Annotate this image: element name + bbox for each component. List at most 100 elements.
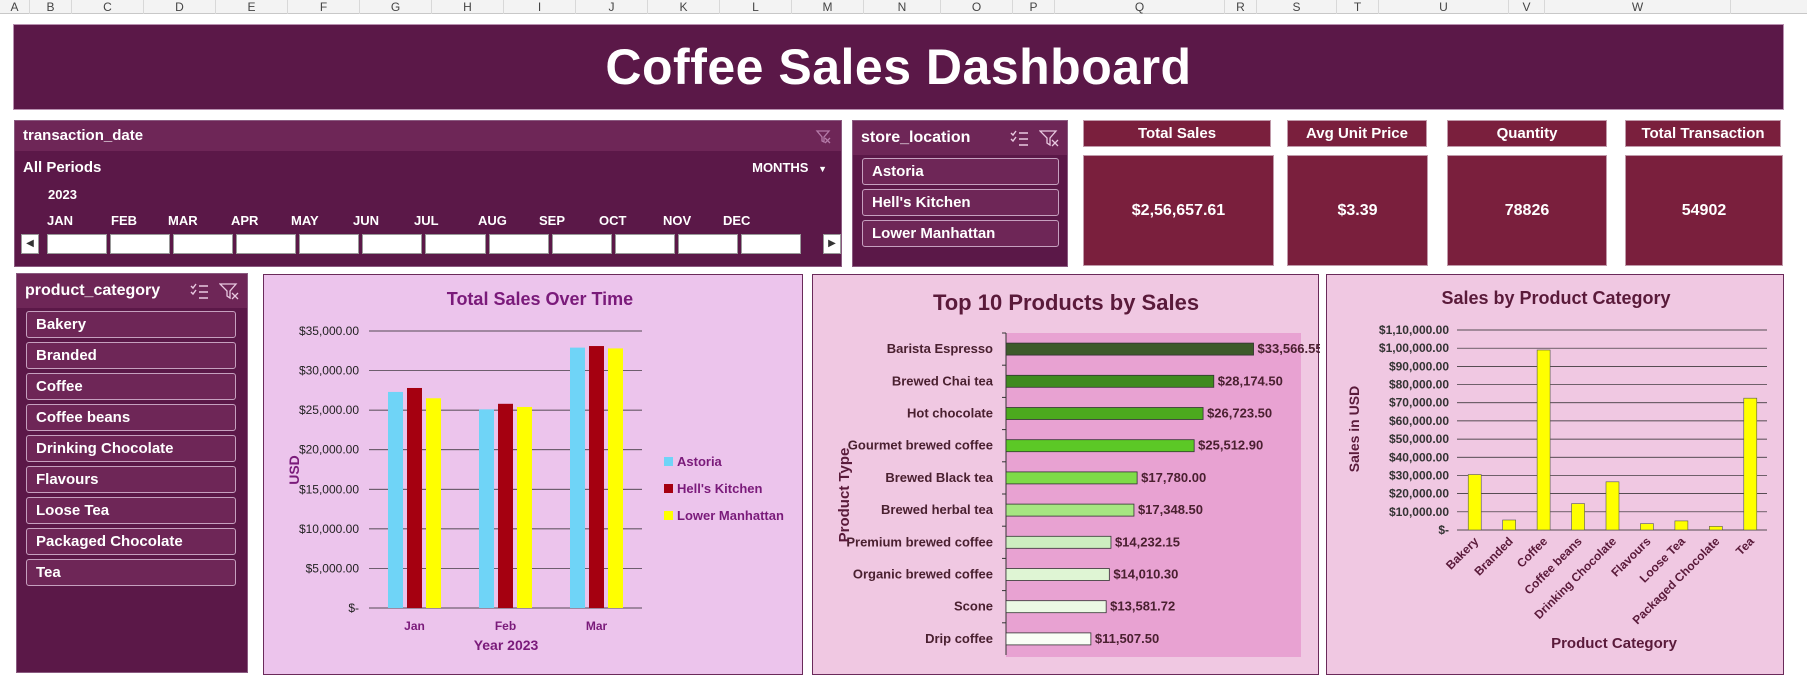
timeline-cell[interactable] — [47, 234, 108, 254]
store-slicer-item[interactable]: Lower Manhattan — [862, 220, 1059, 247]
column-header-a[interactable]: A — [0, 0, 30, 14]
category-slicer-item[interactable]: Bakery — [26, 311, 236, 338]
column-header-b[interactable]: B — [30, 0, 72, 14]
timeline-cell[interactable] — [740, 234, 801, 254]
column-header-u[interactable]: U — [1379, 0, 1509, 14]
clear-filter-icon[interactable] — [1039, 129, 1059, 147]
timeline-month-feb[interactable]: FEB — [111, 213, 137, 228]
column-header-r[interactable]: R — [1225, 0, 1257, 14]
product-label: Organic brewed coffee — [853, 567, 993, 582]
legend-swatch — [664, 511, 673, 520]
timeline-cell[interactable] — [551, 234, 612, 254]
timeline-cell[interactable] — [173, 234, 234, 254]
column-header-t[interactable]: T — [1337, 0, 1379, 14]
timeline-cell[interactable] — [677, 234, 738, 254]
bar-lower-manhattan — [608, 348, 623, 608]
timeline-cell[interactable] — [236, 234, 297, 254]
x-tick-label: Mar — [586, 619, 608, 633]
category-slicer-item[interactable]: Coffee — [26, 373, 236, 400]
column-header-e[interactable]: E — [216, 0, 288, 14]
legend-label: Hell's Kitchen — [677, 481, 763, 496]
column-header-k[interactable]: K — [648, 0, 720, 14]
column-header-s[interactable]: S — [1257, 0, 1337, 14]
timeline-month-oct[interactable]: OCT — [599, 213, 626, 228]
multi-select-icon[interactable] — [1009, 129, 1029, 147]
product-bar — [1005, 471, 1138, 485]
column-header-j[interactable]: J — [576, 0, 648, 14]
y-tick-label: $1,10,000.00 — [1379, 323, 1449, 337]
timeline-month-mar[interactable]: MAR — [168, 213, 198, 228]
timeline-bar[interactable] — [47, 234, 801, 254]
category-slicer-item[interactable]: Loose Tea — [26, 497, 236, 524]
y-tick-label: $50,000.00 — [1389, 432, 1449, 446]
clear-filter-icon[interactable] — [815, 128, 831, 144]
column-header-o[interactable]: O — [941, 0, 1013, 14]
timeline-cell[interactable] — [362, 234, 423, 254]
column-header-w[interactable]: W — [1545, 0, 1731, 14]
bar-hell-s-kitchen — [498, 403, 513, 608]
y-tick-label: $80,000.00 — [1389, 378, 1449, 392]
data-label: $14,232.15 — [1115, 534, 1180, 549]
column-header-m[interactable]: M — [792, 0, 864, 14]
timeline-field-name: transaction_date — [23, 127, 144, 144]
timeline-cell[interactable] — [488, 234, 549, 254]
column-header-g[interactable]: G — [360, 0, 432, 14]
timeline-month-apr[interactable]: APR — [231, 213, 258, 228]
y-axis-title: Product Type — [836, 448, 853, 543]
timeline-month-aug[interactable]: AUG — [478, 213, 507, 228]
timeline-month-sep[interactable]: SEP — [539, 213, 565, 228]
timeline-month-jun[interactable]: JUN — [353, 213, 379, 228]
store-slicer-item[interactable]: Hell's Kitchen — [862, 189, 1059, 216]
scroll-left-arrow-icon[interactable]: ◀ — [21, 234, 39, 254]
column-header-q[interactable]: Q — [1055, 0, 1225, 14]
timeline-month-nov[interactable]: NOV — [663, 213, 691, 228]
timeline-header: transaction_date — [15, 121, 841, 151]
column-header-h[interactable]: H — [432, 0, 504, 14]
y-tick-label: $10,000.00 — [299, 522, 359, 536]
multi-select-icon[interactable] — [189, 282, 209, 300]
category-bar — [1605, 481, 1620, 531]
store-location-slicer[interactable]: store_location Astoria Hell's Kitchen Lowe… — [852, 120, 1068, 267]
store-slicer-item[interactable]: Astoria — [862, 158, 1059, 185]
clear-filter-icon[interactable] — [219, 282, 239, 300]
column-header-i[interactable]: I — [504, 0, 576, 14]
y-tick-label: $90,000.00 — [1389, 359, 1449, 373]
product-label: Barista Espresso — [887, 341, 993, 356]
column-header-c[interactable]: C — [72, 0, 144, 14]
column-header-f[interactable]: F — [288, 0, 360, 14]
column-header-p[interactable]: P — [1013, 0, 1055, 14]
timeline-cell[interactable] — [425, 234, 486, 254]
category-slicer-field-name: product_category — [25, 282, 161, 299]
category-slicer-item[interactable]: Tea — [26, 559, 236, 586]
y-tick-label: $40,000.00 — [1389, 450, 1449, 464]
column-header-l[interactable]: L — [720, 0, 792, 14]
timeline-cell[interactable] — [110, 234, 171, 254]
category-slicer-item[interactable]: Coffee beans — [26, 404, 236, 431]
y-tick-label: $1,00,000.00 — [1379, 341, 1449, 355]
timeline-cell[interactable] — [299, 234, 360, 254]
category-slicer-item[interactable]: Drinking Chocolate — [26, 435, 236, 462]
y-axis-title: USD — [286, 455, 302, 485]
timeline-month-dec[interactable]: DEC — [723, 213, 750, 228]
timeline-slicer[interactable]: transaction_date All Periods MONTHS ▼ 20… — [14, 120, 842, 267]
column-header-row: ABCDEFGHIJKLMNOPQRSTUVW — [0, 0, 1807, 14]
category-slicer-item[interactable]: Branded — [26, 342, 236, 369]
product-label: Brewed herbal tea — [881, 502, 994, 517]
product-category-slicer[interactable]: product_category Bakery Branded Coffee Coff… — [16, 273, 248, 673]
timeline-month-jan[interactable]: JAN — [47, 213, 73, 228]
bar-astoria — [570, 347, 585, 608]
category-bar — [1674, 520, 1689, 531]
data-label: $26,723.50 — [1207, 406, 1272, 421]
column-header-v[interactable]: V — [1509, 0, 1545, 14]
timeline-month-jul[interactable]: JUL — [414, 213, 439, 228]
timeline-cell[interactable] — [614, 234, 675, 254]
timeline-level-dropdown[interactable]: MONTHS ▼ — [752, 160, 827, 175]
product-label: Drip coffee — [925, 631, 993, 646]
scroll-right-arrow-icon[interactable]: ▶ — [823, 234, 841, 254]
sales-over-time-chart-panel: Total Sales Over Time $- $5,000.00 $10,000.… — [263, 274, 803, 675]
column-header-d[interactable]: D — [144, 0, 216, 14]
category-slicer-item[interactable]: Flavours — [26, 466, 236, 493]
category-slicer-item[interactable]: Packaged Chocolate — [26, 528, 236, 555]
column-header-n[interactable]: N — [864, 0, 941, 14]
timeline-month-may[interactable]: MAY — [291, 213, 319, 228]
